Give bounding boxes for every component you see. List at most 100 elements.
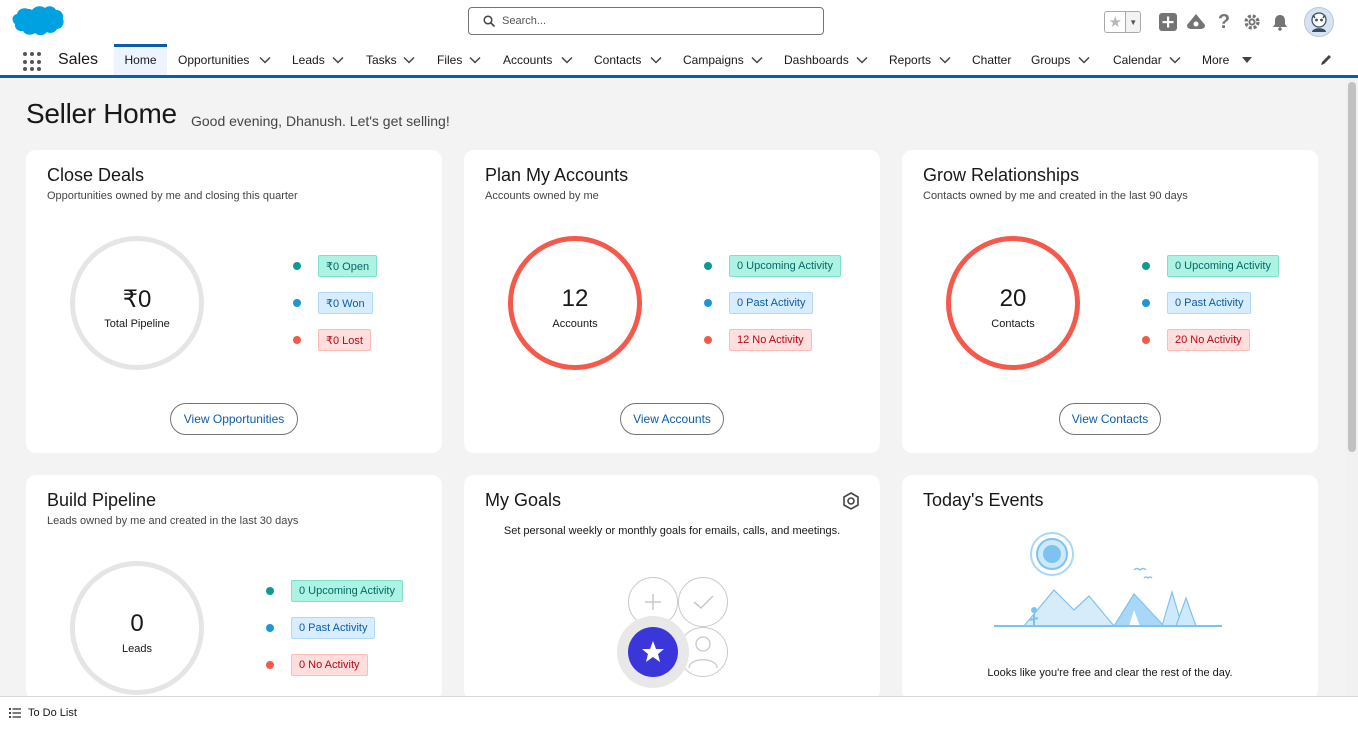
status-badge[interactable]: 0 Past Activity (1167, 292, 1252, 314)
ring-label: Total Pipeline (104, 318, 170, 330)
global-search[interactable] (468, 7, 824, 35)
nav-tab-groups[interactable]: Groups (1031, 44, 1070, 75)
chevron-down-icon[interactable] (938, 54, 952, 66)
salesforce-logo[interactable] (10, 4, 64, 40)
nav-tab-reports[interactable]: Reports (889, 44, 931, 75)
help-button[interactable]: ? (1210, 8, 1238, 36)
nav-tab-contacts[interactable]: Contacts (594, 44, 641, 75)
card-title: Today's Events (923, 490, 1044, 510)
global-header: ★ ▼ ? (0, 0, 1358, 44)
legend-dot (1142, 299, 1150, 307)
close-deals-card: Close Deals Opportunities owned by me an… (26, 150, 442, 453)
gear-icon (1244, 14, 1260, 30)
chevron-down-icon[interactable] (1168, 54, 1182, 66)
status-badge[interactable]: 0 Past Activity (729, 292, 814, 314)
nav-tab-label: Leads (292, 52, 325, 67)
legend-past: 0 Past Activity (266, 617, 376, 639)
nav-tab-label: Campaigns (683, 52, 744, 67)
legend-dot (266, 624, 274, 632)
card-subtitle: Accounts owned by me (485, 190, 599, 202)
chevron-down-icon[interactable] (468, 54, 482, 66)
page-scrollbar[interactable] (1346, 78, 1358, 696)
nav-tab-dashboards[interactable]: Dashboards (784, 44, 849, 75)
chevron-down-icon[interactable] (855, 54, 869, 66)
status-badge[interactable]: ₹0 Lost (318, 329, 371, 351)
chevron-down-icon[interactable] (560, 54, 574, 66)
view-opportunities-button[interactable]: View Opportunities (170, 403, 298, 435)
setup-button[interactable] (1238, 8, 1266, 36)
todo-list-button[interactable]: To Do List (9, 707, 77, 719)
edit-nav-icon[interactable] (1319, 53, 1333, 67)
ring-value: 20 (999, 285, 1027, 312)
ring-label: Contacts (991, 318, 1035, 330)
nav-tab-calendar[interactable]: Calendar (1113, 44, 1162, 75)
chevron-down-icon[interactable] (649, 54, 663, 66)
goals-settings-icon[interactable] (841, 491, 861, 511)
caret-down-icon[interactable] (1240, 54, 1254, 66)
accounts-ring: 12 Accounts (508, 236, 642, 370)
app-launcher-icon[interactable] (23, 52, 43, 72)
favorites-dropdown-icon[interactable]: ▼ (1126, 12, 1140, 32)
status-badge[interactable]: 0 Upcoming Activity (1167, 255, 1279, 277)
nav-tab-label: Chatter (972, 52, 1012, 67)
card-subtitle: Leads owned by me and created in the las… (47, 515, 299, 527)
nav-tab-leads[interactable]: Leads (292, 44, 325, 75)
ring-label: Accounts (552, 318, 598, 330)
todays-events-card: Today's Events Looks like you're free an… (902, 475, 1318, 700)
app-name: Sales (58, 51, 99, 68)
status-badge[interactable]: 0 Past Activity (291, 617, 376, 639)
view-accounts-button[interactable]: View Accounts (620, 403, 724, 435)
global-actions-button[interactable] (1154, 8, 1182, 36)
nav-tab-opportunities[interactable]: Opportunities (178, 44, 249, 75)
ring-label: Leads (122, 643, 152, 655)
status-badge[interactable]: ₹0 Open (318, 255, 378, 277)
ring-value: 12 (561, 285, 589, 312)
card-title: Close Deals (47, 165, 145, 185)
chevron-down-icon[interactable] (1077, 54, 1091, 66)
chevron-down-icon[interactable] (331, 54, 345, 66)
goals-description: Set personal weekly or monthly goals for… (503, 525, 841, 537)
legend-lost: ₹0 Lost (293, 329, 371, 351)
search-input[interactable] (502, 11, 802, 31)
utility-bar: To Do List (0, 696, 1358, 729)
trailhead-button[interactable] (1182, 8, 1210, 36)
chevron-down-icon[interactable] (258, 54, 272, 66)
nav-tab-chatter[interactable]: Chatter (972, 44, 1011, 75)
status-badge[interactable]: 0 Upcoming Activity (729, 255, 841, 277)
grow-relationships-card: Grow Relationships Contacts owned by me … (902, 150, 1318, 453)
my-goals-card: My Goals Set personal weekly or monthly … (464, 475, 880, 700)
card-subtitle: Contacts owned by me and created in the … (923, 190, 1188, 202)
header-actions: ★ ▼ ? (1104, 6, 1334, 38)
nav-tab-more[interactable]: More (1202, 44, 1229, 75)
status-badge[interactable]: ₹0 Won (318, 292, 373, 314)
legend-past: 0 Past Activity (1142, 292, 1252, 314)
camping-illustration (994, 532, 1222, 627)
nav-tab-tasks[interactable]: Tasks (366, 44, 397, 75)
status-badge[interactable]: 12 No Activity (729, 329, 812, 351)
chevron-down-icon[interactable] (750, 54, 764, 66)
status-badge[interactable]: 20 No Activity (1167, 329, 1250, 351)
nav-tab-home[interactable]: Home (114, 44, 167, 75)
nav-tab-label: Reports (889, 52, 932, 67)
events-empty-message: Looks like you're free and clear the res… (987, 667, 1233, 679)
nav-tab-files[interactable]: Files (437, 44, 462, 75)
trailhead-icon (1187, 14, 1205, 29)
chevron-down-icon[interactable] (402, 54, 416, 66)
add-icon (1159, 13, 1177, 31)
scrollbar-thumb[interactable] (1348, 82, 1356, 452)
legend-dot (704, 262, 712, 270)
notifications-button[interactable] (1266, 8, 1294, 36)
legend-dot (293, 262, 301, 270)
card-subtitle: Opportunities owned by me and closing th… (47, 190, 298, 202)
nav-tab-label: Contacts (594, 52, 642, 67)
status-badge[interactable]: 0 No Activity (291, 654, 368, 676)
nav-tab-accounts[interactable]: Accounts (503, 44, 552, 75)
nav-tab-label: More (1202, 52, 1230, 67)
nav-tab-label: Tasks (366, 52, 397, 67)
legend-none: 0 No Activity (266, 654, 368, 676)
view-contacts-button[interactable]: View Contacts (1059, 403, 1161, 435)
nav-tab-campaigns[interactable]: Campaigns (683, 44, 744, 75)
status-badge[interactable]: 0 Upcoming Activity (291, 580, 403, 602)
user-avatar[interactable] (1304, 7, 1334, 37)
favorite-star-icon[interactable]: ★ (1105, 12, 1127, 32)
